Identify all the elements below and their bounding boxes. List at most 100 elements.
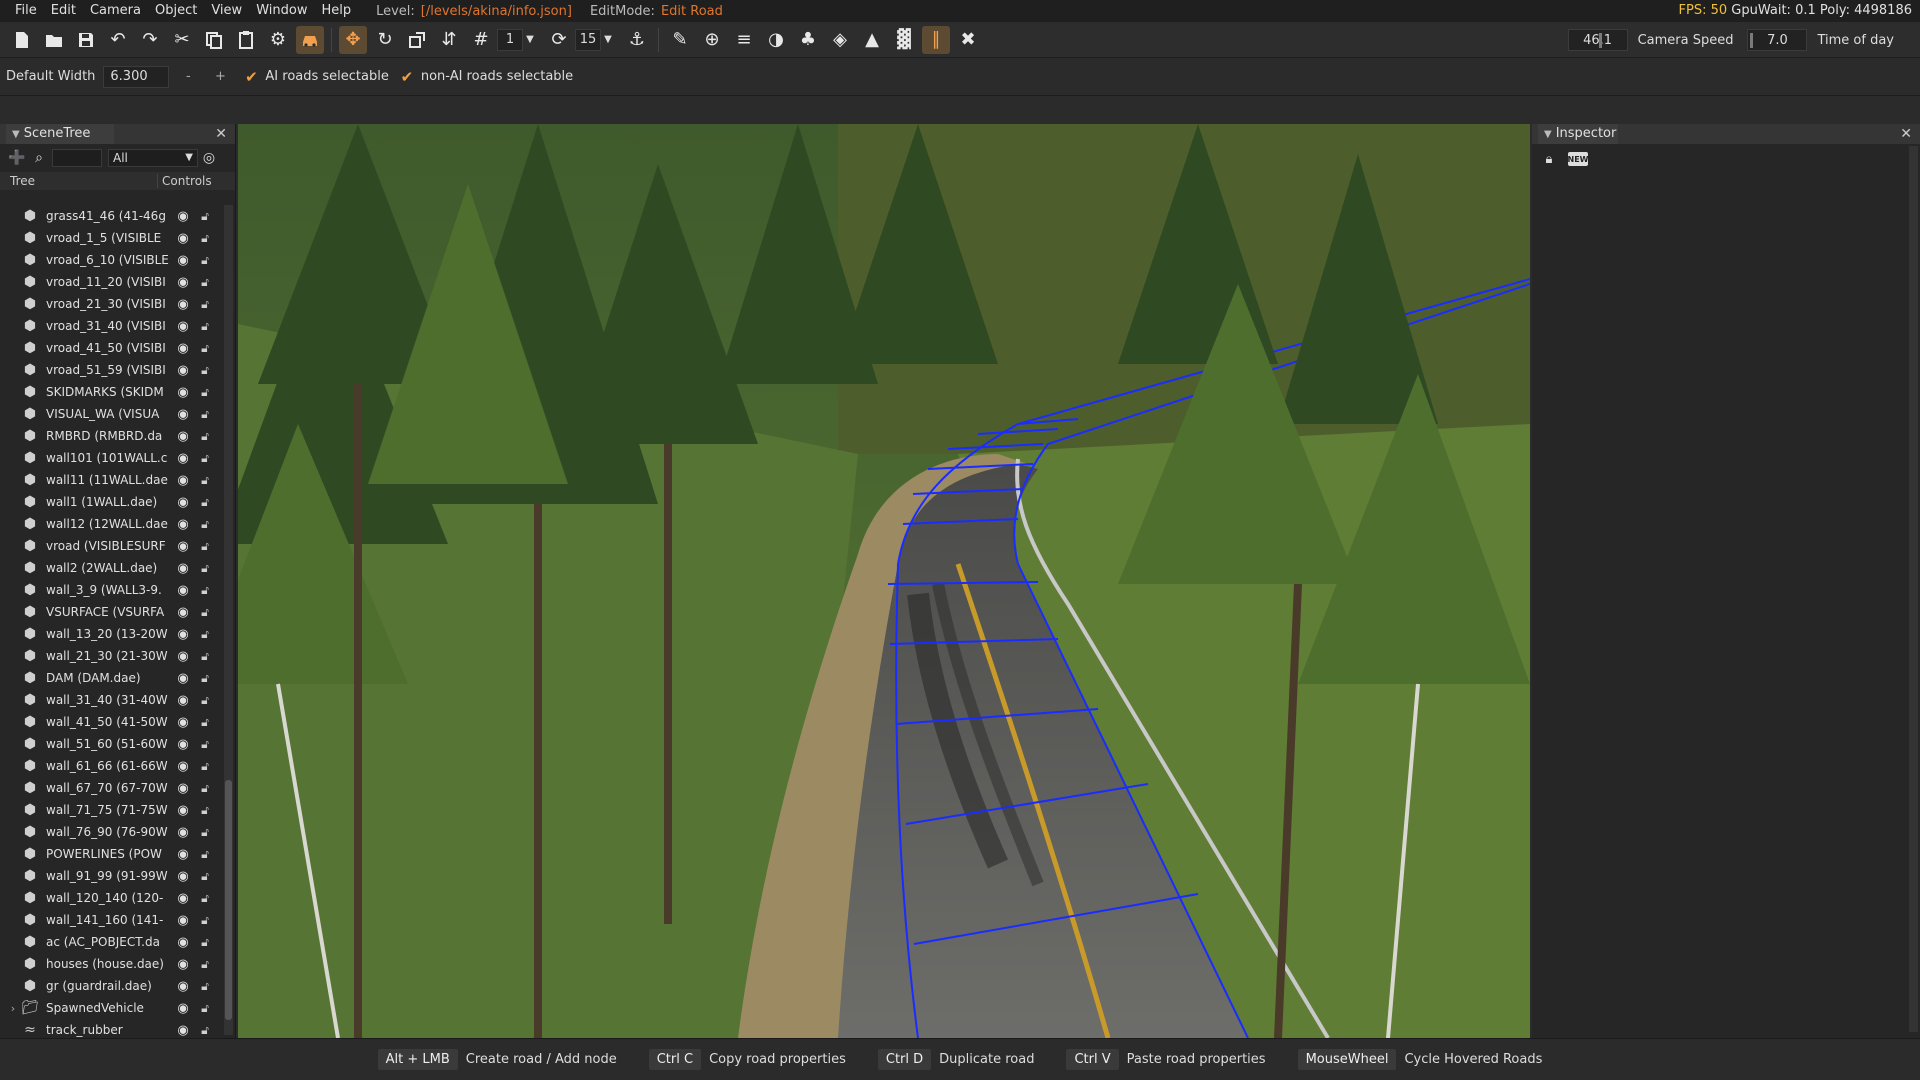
lock-icon[interactable]: 🔓︎ [194, 825, 216, 840]
visibility-eye-icon[interactable]: ◉ [172, 297, 194, 312]
lock-icon[interactable]: 🔓︎ [194, 539, 216, 554]
undo-icon[interactable]: ↶ [104, 26, 132, 54]
visibility-eye-icon[interactable]: ◉ [172, 451, 194, 466]
lock-icon[interactable]: 🔓︎ [194, 671, 216, 686]
rotate-gizmo-icon[interactable]: ↻ [371, 26, 399, 54]
lock-icon[interactable]: 🔓︎ [194, 209, 216, 224]
terrain-paint-icon[interactable]: ◑ [762, 26, 790, 54]
visibility-eye-icon[interactable]: ◉ [172, 407, 194, 422]
tree-row[interactable]: ⬢ VISUAL_WA (VISUA ◉ 🔓︎ [0, 403, 222, 425]
tree-row[interactable]: ⬢ VSURFACE (VSURFA ◉ 🔓︎ [0, 601, 222, 623]
visibility-eye-icon[interactable]: ◉ [172, 847, 194, 862]
tree-row[interactable]: ⬢ wall11 (11WALL.dae ◉ 🔓︎ [0, 469, 222, 491]
lock-icon[interactable]: 🔓︎ [194, 473, 216, 488]
tree-row[interactable]: ⬢ SKIDMARKS (SKIDM ◉ 🔓︎ [0, 381, 222, 403]
ai-roads-checkbox[interactable]: ✔ AI roads selectable [243, 68, 389, 86]
time-of-day-field[interactable]: 7.0 [1747, 29, 1808, 51]
panel-menu-icon[interactable]: ▼ [1544, 129, 1552, 140]
lock-icon[interactable]: 🔓︎ [194, 605, 216, 620]
expand-arrow-icon[interactable]: › [6, 1002, 20, 1015]
rotate-snap-icon[interactable]: ⟳ [545, 26, 573, 54]
time-of-day-slider[interactable] [1750, 33, 1754, 48]
lock-icon[interactable]: 🔓︎ [194, 319, 216, 334]
tree-row[interactable]: ⬢ wall_141_160 (141- ◉ 🔓︎ [0, 909, 222, 931]
nonai-roads-checkbox[interactable]: ✔ non-AI roads selectable [399, 68, 574, 86]
visibility-eye-icon[interactable]: ◉ [172, 627, 194, 642]
lock-icon[interactable]: 🔓︎ [194, 407, 216, 422]
tree-row[interactable]: ⬢ wall_51_60 (51-60W ◉ 🔓︎ [0, 733, 222, 755]
settings-gear-icon[interactable]: ⚙ [264, 26, 292, 54]
camera-speed-slider[interactable] [1598, 33, 1602, 48]
visibility-eye-icon[interactable]: ◉ [172, 539, 194, 554]
lock-icon[interactable]: 🔓︎ [194, 957, 216, 972]
rotate-dropdown-icon[interactable]: ▼ [601, 34, 615, 45]
lock-icon[interactable]: 🔓︎ [194, 1001, 216, 1016]
lock-icon[interactable]: 🔓︎ [194, 869, 216, 884]
menu-edit[interactable]: Edit [44, 0, 83, 22]
lock-icon[interactable]: 🔓︎ [194, 737, 216, 752]
visibility-eye-icon[interactable]: ◉ [172, 649, 194, 664]
visibility-eye-icon[interactable]: ◉ [172, 231, 194, 246]
forest-icon[interactable]: ♣ [794, 26, 822, 54]
visibility-eye-icon[interactable]: ◉ [172, 517, 194, 532]
lock-icon[interactable]: 🔓︎ [194, 231, 216, 246]
tree-row[interactable]: ⬢ vroad (VISIBLESURF ◉ 🔓︎ [0, 535, 222, 557]
tree-row[interactable]: ⬢ wall_61_66 (61-66W ◉ 🔓︎ [0, 755, 222, 777]
visibility-eye-icon[interactable]: ◉ [172, 583, 194, 598]
lock-icon[interactable]: 🔓︎ [194, 253, 216, 268]
column-controls[interactable]: Controls [158, 174, 212, 188]
tree-row[interactable]: ⬢ wall101 (101WALL.c ◉ 🔓︎ [0, 447, 222, 469]
tree-row[interactable]: ⬢ vroad_11_20 (VISIBI ◉ 🔓︎ [0, 271, 222, 293]
tree-row[interactable]: ⬢ wall_31_40 (31-40W ◉ 🔓︎ [0, 689, 222, 711]
lock-icon[interactable]: 🔓︎ [194, 297, 216, 312]
menu-file[interactable]: File [8, 0, 44, 22]
lock-icon[interactable]: 🔓︎ [194, 759, 216, 774]
terrain-editor-icon[interactable]: ▲ [858, 26, 886, 54]
tree-row[interactable]: ⬢ RMBRD (RMBRD.da ◉ 🔓︎ [0, 425, 222, 447]
tree-row[interactable]: ⬢ wall_13_20 (13-20W ◉ 🔓︎ [0, 623, 222, 645]
lock-icon[interactable]: 🔓︎ [194, 803, 216, 818]
navmesh-icon[interactable]: ✖ [954, 26, 982, 54]
add-object-icon[interactable]: ⊕ [698, 26, 726, 54]
tree-row[interactable]: ⬢ wall_71_75 (71-75W ◉ 🔓︎ [0, 799, 222, 821]
close-icon[interactable]: ✕ [1900, 124, 1912, 144]
scrollbar-thumb[interactable] [225, 780, 232, 1020]
visibility-eye-icon[interactable]: ◉ [172, 209, 194, 224]
lock-icon[interactable]: 🔓︎ [194, 935, 216, 950]
3d-viewport[interactable] [238, 124, 1530, 1038]
inspector-scrollbar[interactable] [1909, 146, 1918, 1032]
paste-icon[interactable] [232, 26, 260, 54]
visibility-eye-icon[interactable]: ◉ [172, 1023, 194, 1038]
tree-row[interactable]: ⬢ vroad_21_30 (VISIBI ◉ 🔓︎ [0, 293, 222, 315]
lock-icon[interactable]: 🔓︎ [194, 649, 216, 664]
tree-row[interactable]: ⬢ houses (house.dae) ◉ 🔓︎ [0, 953, 222, 975]
redo-icon[interactable]: ↷ [136, 26, 164, 54]
lock-icon[interactable]: 🔓︎ [194, 341, 216, 356]
move-gizmo-icon[interactable]: ✥ [339, 25, 367, 54]
lock-icon[interactable]: 🔓︎ [194, 429, 216, 444]
menu-camera[interactable]: Camera [83, 0, 148, 22]
visibility-eye-icon[interactable]: ◉ [172, 979, 194, 994]
menu-help[interactable]: Help [314, 0, 358, 22]
camera-speed-field[interactable]: 46.1 [1567, 29, 1628, 51]
lock-icon[interactable]: 🔓︎ [194, 627, 216, 642]
visibility-eye-icon[interactable]: ◉ [172, 1001, 194, 1016]
lock-icon[interactable]: 🔓︎ [194, 693, 216, 708]
tree-row[interactable]: ⬢ wall_3_9 (WALL3-9. ◉ 🔓︎ [0, 579, 222, 601]
visibility-eye-icon[interactable]: ◉ [172, 759, 194, 774]
tree-row[interactable]: ⬢ vroad_51_59 (VISIBI ◉ 🔓︎ [0, 359, 222, 381]
lock-icon[interactable]: 🔓︎ [194, 385, 216, 400]
add-group-icon[interactable]: ➕ [6, 150, 28, 166]
tree-row[interactable]: ⬢ POWERLINES (POW ◉ 🔓︎ [0, 843, 222, 865]
visibility-eye-icon[interactable]: ◉ [172, 671, 194, 686]
lock-icon[interactable]: 🔓︎ [194, 979, 216, 994]
lock-icon[interactable]: 🔓︎ [194, 715, 216, 730]
visibility-eye-icon[interactable]: ◉ [172, 781, 194, 796]
lock-icon[interactable]: 🔓︎ [194, 781, 216, 796]
lock-icon[interactable]: 🔓︎ [194, 891, 216, 906]
panel-menu-icon[interactable]: ▼ [12, 129, 20, 140]
scale-gizmo-icon[interactable] [403, 26, 431, 54]
lock-icon[interactable]: 🔓︎ [194, 517, 216, 532]
lock-icon[interactable]: 🔒︎ [1540, 150, 1558, 168]
lock-icon[interactable]: 🔓︎ [194, 1023, 216, 1038]
